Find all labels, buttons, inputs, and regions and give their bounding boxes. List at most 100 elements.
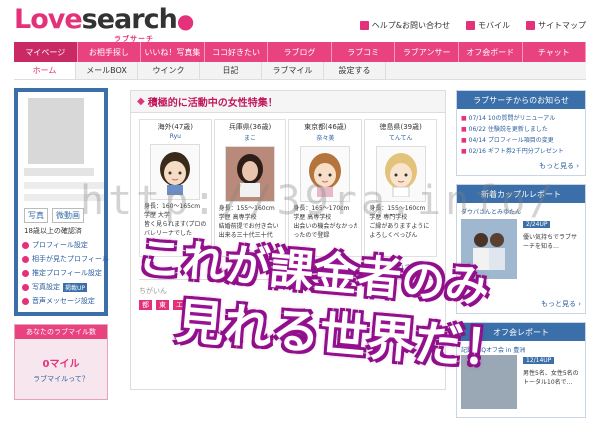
- avatar[interactable]: [28, 98, 84, 164]
- blurred-row: [24, 182, 104, 189]
- member-card[interactable]: 海外(47歳) Ryu 身長：160～165cm 学歴 大学 皆く見られます(プ…: [139, 119, 212, 257]
- nav-offboard[interactable]: オフ会ボード: [459, 42, 523, 62]
- sub-nav: ホーム メールBOX ウインク 日記 ラブマイル 設定する: [14, 62, 586, 80]
- offline-report-body: 記録BBQオフ会 in 豊洲 12/14UP 男性5名、女性5名のトータル10名…: [457, 341, 585, 417]
- member-info-line: 身長：165～170cm: [293, 205, 350, 212]
- site-header: Lovesearch● ラブサーチ ヘルプ&お問い合わせ モバイル サイトマップ: [0, 0, 600, 43]
- menu-item-label: 相手が見たプロフィール: [32, 255, 109, 263]
- help-link[interactable]: ヘルプ&お問い合わせ: [359, 20, 450, 31]
- couple-photo[interactable]: [461, 219, 517, 279]
- member-photo[interactable]: [300, 146, 351, 202]
- member-name[interactable]: 奈々美: [289, 133, 361, 142]
- member-photo[interactable]: [150, 144, 201, 200]
- help-icon: [359, 21, 369, 30]
- menu-item-label: 音声メッセージ設定: [32, 297, 95, 305]
- couple-more-link[interactable]: もっと見る ›: [541, 299, 581, 309]
- right-column: ラブサーチからのお知らせ 07/14 10の質問がリニューアル 06/22 住験…: [456, 90, 586, 426]
- mobile-link[interactable]: モバイル: [466, 20, 510, 31]
- subnav-diary[interactable]: 日記: [200, 62, 262, 79]
- logo-love-text: Love: [14, 4, 83, 35]
- cartoon-avatar-icon: [160, 152, 191, 195]
- member-card[interactable]: 徳島県(39歳) てんてん 身長：155～160cm 学歴 専門学校 ご縁があり…: [364, 119, 438, 257]
- microphone-icon: [22, 297, 29, 305]
- profile-panel: 写真 微動画 18歳以上の確認済 プロフィール設定 相手が見たプロフィール 推定…: [18, 92, 109, 312]
- nav-loveanswer[interactable]: ラブアンサー: [395, 42, 459, 62]
- person-icon: [22, 255, 29, 263]
- offline-report-photo[interactable]: [461, 355, 517, 409]
- blurred-row: [24, 194, 104, 201]
- member-info-line: ご縁がありますように: [369, 223, 430, 230]
- menu-item-voice-settings[interactable]: 音声メッセージ設定: [22, 294, 109, 308]
- news-heading: ラブサーチからのお知らせ: [457, 91, 585, 109]
- news-item[interactable]: 04/14 プロフィール項目の変更: [461, 135, 581, 146]
- photo-tabs: 写真 微動画: [24, 208, 84, 223]
- heart-icon: [22, 269, 29, 277]
- lovemile-heading: あなたのラブマイル数: [15, 325, 107, 339]
- lovemile-help-link[interactable]: ラブマイルって？: [15, 374, 107, 384]
- age-verified-text: 18歳以上の確認済: [24, 227, 82, 235]
- menu-item-photo-settings[interactable]: 写真設定 掲載UP: [22, 280, 109, 294]
- offline-summary: 男性5名、女性5名のトータル10名で…: [523, 370, 579, 386]
- subnav-mailbox[interactable]: メールBOX: [76, 62, 138, 79]
- member-name[interactable]: てんてん: [365, 133, 436, 142]
- subnav-home[interactable]: ホーム: [14, 62, 76, 79]
- news-list: 07/14 10の質問がリニューアル 06/22 住験説を更新しました 04/1…: [457, 109, 585, 159]
- subnav-wink[interactable]: ウインク: [138, 62, 200, 79]
- menu-item-label: プロフィール設定: [32, 241, 88, 249]
- member-location: 海外(47歳): [157, 123, 194, 131]
- couple-names[interactable]: ダウパさんとみゆたん: [461, 207, 581, 216]
- member-card[interactable]: 東京都(46歳) 奈々美 身長：165～170cm 学歴 高専学校 出会いの機会…: [288, 119, 363, 257]
- menu-item-viewed-profile[interactable]: 相手が見たプロフィール: [22, 252, 109, 266]
- video-tab[interactable]: 微動画: [52, 208, 84, 223]
- news-item[interactable]: 06/22 住験説を更新しました: [461, 124, 581, 135]
- couple-report-body: ダウパさんとみゆたん 2/24UP 優い気持ちでラブサーチを知る… もっと見る …: [457, 203, 585, 313]
- member-name[interactable]: Ryu: [140, 133, 211, 140]
- news-item[interactable]: 07/14 10の質問がリニューアル: [461, 113, 581, 124]
- nav-mypage[interactable]: マイページ: [14, 42, 78, 62]
- secondary-text: ちがいん: [139, 287, 167, 295]
- member-info: 身長：160～165cm 学歴 大学 皆く見られます(プロの バレリーナでした: [140, 200, 211, 240]
- nav-koko[interactable]: ココ好きたい: [205, 42, 269, 62]
- news-item[interactable]: 02/16 ギフト券2千円分プレゼント: [461, 146, 581, 157]
- cartoon-avatar-icon: [384, 153, 417, 197]
- member-info-line: 学歴 高専学校: [293, 214, 332, 221]
- help-link-label: ヘルプ&お問い合わせ: [371, 21, 450, 30]
- menu-item-label: 写真設定: [32, 283, 60, 291]
- news-box: ラブサーチからのお知らせ 07/14 10の質問がリニューアル 06/22 住験…: [456, 90, 586, 176]
- nav-photo-likes[interactable]: いいね！写真集: [141, 42, 205, 62]
- see-more-link[interactable]: もっと見る ›: [397, 261, 437, 271]
- couple-report-heading: 新着カップルレポート: [457, 185, 585, 203]
- secondary-tab[interactable]: エロ: [173, 300, 193, 310]
- news-more-link[interactable]: もっと見る ›: [457, 159, 585, 175]
- member-info-line: 身長：155～160cm: [218, 205, 275, 212]
- member-info-line: 出来る三十代三十代: [218, 232, 273, 239]
- member-info-line: ったので登録: [293, 232, 330, 239]
- photo-tab[interactable]: 写真: [24, 208, 48, 223]
- member-info-line: 皆く見られます(プロの: [144, 221, 207, 228]
- person-icon: [22, 241, 29, 249]
- menu-item-estimate-profile[interactable]: 推定プロフィール設定: [22, 266, 109, 280]
- member-photo[interactable]: [375, 146, 426, 202]
- menu-item-profile-settings[interactable]: プロフィール設定: [22, 238, 109, 252]
- secondary-tab[interactable]: 都: [139, 300, 152, 310]
- nav-lovecomi[interactable]: ラブコミ: [332, 42, 396, 62]
- site-logo[interactable]: Lovesearch● ラブサーチ: [14, 4, 194, 43]
- offline-report-title[interactable]: 記録BBQオフ会 in 豊洲: [461, 345, 581, 354]
- member-card[interactable]: 兵庫県(36歳) まこ 身長：155～160cm 学歴 高専学校 結婚前提でお付…: [213, 119, 287, 257]
- secondary-tab[interactable]: 東: [156, 300, 169, 310]
- couple-image-icon: [473, 233, 505, 270]
- featured-women-panel: ◆ 積極的に活動中の女性特集！ 海外(47歳) Ryu 身長：160～165cm …: [130, 90, 446, 390]
- member-info: 身長：155～160cm 学歴 高専学校 結婚前提でお付き合い 出来る三十代三十…: [215, 202, 286, 242]
- cartoon-avatar-icon: [309, 153, 342, 197]
- nav-lovelog[interactable]: ラブログ: [268, 42, 332, 62]
- mobile-icon: [466, 21, 475, 30]
- subnav-settings[interactable]: 設定する: [324, 62, 386, 79]
- member-location: 徳島県(39歳): [379, 123, 422, 131]
- subnav-lovemile[interactable]: ラブマイル: [262, 62, 324, 79]
- member-photo[interactable]: [225, 146, 275, 202]
- nav-chat[interactable]: チャット: [523, 42, 587, 62]
- nav-partner-search[interactable]: お相手探し: [78, 42, 142, 62]
- member-name[interactable]: まこ: [215, 133, 286, 142]
- mobile-link-label: モバイル: [478, 21, 510, 30]
- sitemap-link[interactable]: サイトマップ: [526, 20, 586, 31]
